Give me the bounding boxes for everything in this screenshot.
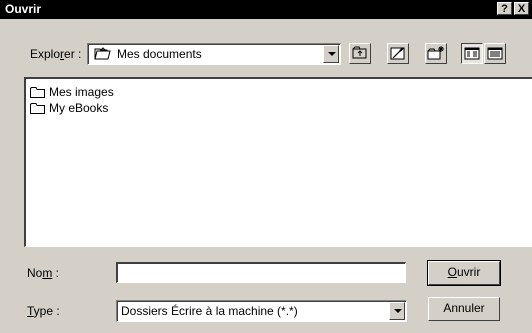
details-view-button[interactable] [484,43,506,64]
list-item[interactable]: My eBooks [30,100,108,116]
filetype-value: Dossiers Écrire à la machine (*.*) [121,304,298,318]
up-folder-icon [352,46,367,59]
new-folder-button[interactable] [425,43,447,64]
location-value: Mes documents [117,47,202,61]
desktop-icon [390,47,405,60]
new-folder-icon [427,46,444,60]
filename-label: Nom : [27,266,60,280]
folder-open-icon [94,47,112,61]
chevron-down-icon[interactable] [323,45,339,63]
desktop-button[interactable] [387,43,409,64]
location-label: Explorer : [30,47,82,61]
file-name: Mes images [49,85,114,99]
filetype-select[interactable]: Dossiers Écrire à la machine (*.*) [116,300,407,322]
chevron-down-icon[interactable] [389,302,405,320]
open-button[interactable]: Ouvrir [427,260,501,286]
location-combo[interactable]: Mes documents [87,43,341,65]
list-item[interactable]: Mes images [30,84,114,100]
help-button[interactable]: ? [497,2,512,15]
file-name: My eBooks [49,101,109,115]
filetype-label: Type : [27,304,60,318]
window-title: Ouvrir [5,2,42,16]
cancel-button[interactable]: Annuler [428,297,500,321]
folder-icon [30,102,46,114]
title-bar: Ouvrir ? X [0,0,532,19]
file-list[interactable]: Mes images My eBooks [24,77,532,247]
filename-input[interactable] [116,262,406,283]
list-view-icon [464,47,480,60]
close-button[interactable]: X [514,2,529,15]
list-view-button[interactable] [461,43,483,64]
details-view-icon [487,47,503,60]
folder-icon [30,86,46,98]
up-folder-button[interactable] [349,43,371,64]
